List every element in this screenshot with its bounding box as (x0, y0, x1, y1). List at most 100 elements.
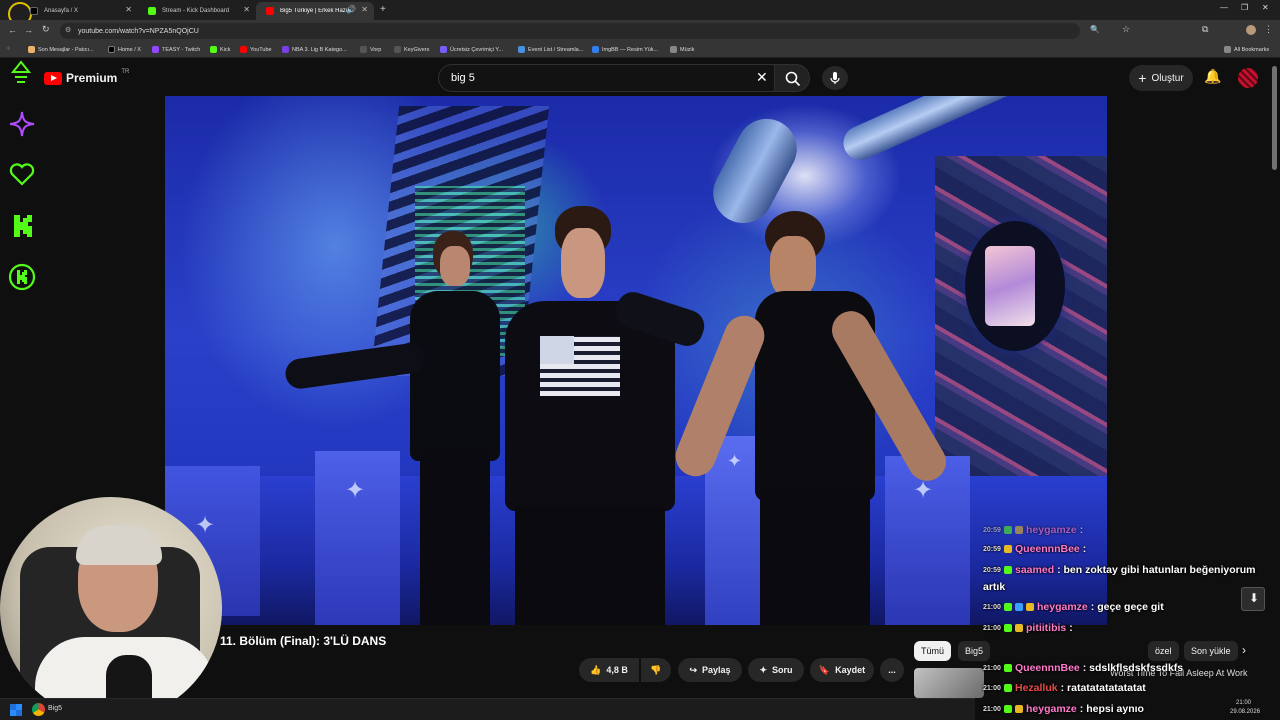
ask-button[interactable]: ✦ Soru (748, 658, 804, 682)
search-value: big 5 (451, 72, 475, 84)
close-window-icon[interactable]: ✕ (1262, 3, 1269, 12)
share-button[interactable]: ↪ Paylaş (678, 658, 742, 682)
kick-favicon-icon (148, 7, 156, 15)
all-bookmarks[interactable]: All Bookmarks (1224, 46, 1269, 53)
forward-icon[interactable]: → (24, 25, 33, 35)
chat-message: 21:00 heygamze: geçe geçe git (983, 601, 1164, 613)
maximize-icon[interactable]: ❐ (1241, 3, 1248, 12)
like-button[interactable]: 👍 4,8 B (579, 658, 639, 682)
dancer-center (495, 206, 715, 625)
dislike-button[interactable]: 👎 (641, 658, 671, 682)
ceiling-pipe (838, 96, 1062, 166)
close-tab-icon[interactable]: ✕ (125, 5, 132, 14)
windows-start-icon[interactable] (10, 704, 22, 716)
new-tab-button[interactable]: + (380, 4, 386, 15)
kick-logo-icon[interactable] (8, 212, 36, 240)
thumbs-down-icon: 👎 (650, 664, 662, 675)
bookmark-item[interactable]: ImgBB — Resim Yük... (592, 46, 658, 53)
region-code: TR (121, 69, 130, 75)
chat-message: 20:59 saamed: ben zoktay gibi hatunları … (983, 564, 1256, 576)
bookmark-item[interactable]: Event List / Streamla... (518, 46, 583, 53)
clear-search-icon[interactable]: ✕ (756, 69, 768, 86)
tab-x[interactable]: Anasayfa / X ✕ (20, 2, 138, 20)
create-button[interactable]: + Oluştur (1129, 65, 1193, 91)
video-player[interactable]: ✦ ✦ ✦ ✦ (165, 96, 1107, 625)
close-tab-icon[interactable]: ✕ (243, 5, 250, 14)
recommended-thumbnail[interactable] (914, 668, 984, 698)
back-icon[interactable]: ← (8, 25, 17, 35)
youtube-play-icon (44, 71, 62, 85)
tab-label: Stream - Kick Dashboard (162, 8, 230, 14)
zoom-icon[interactable]: 🔍 (1090, 25, 1100, 34)
url-text: youtube.com/watch?v=NPZA5nQOjCU (78, 27, 199, 35)
minimize-icon[interactable]: — (1220, 3, 1228, 12)
dancer-left (283, 231, 505, 625)
download-icon[interactable]: ⬇ (1241, 587, 1265, 611)
menu-kebab-icon[interactable]: ⋮ (1264, 24, 1273, 35)
more-icon: ... (888, 665, 896, 675)
chat-message: 21:00 QueennnBee: sdslkflsdskfssdkfs (983, 662, 1184, 674)
tab-kick-dashboard[interactable]: Stream - Kick Dashboard ✕ (138, 2, 256, 20)
chat-message: 21:00 pitiitibis: (983, 622, 1073, 634)
youtube-logo[interactable]: Premium TR (44, 69, 130, 85)
bookmark-item[interactable]: NBA 3. Lig B Katego... (282, 46, 347, 53)
close-tab-icon[interactable]: ✕ (361, 5, 368, 14)
chrome-taskbar-icon[interactable] (32, 703, 45, 716)
clock-time: 21:00 (1236, 700, 1252, 706)
video-title: 11. Bölüm (Final): 3'LÜ DANS (220, 634, 387, 648)
address-bar[interactable]: ⚙ youtube.com/watch?v=NPZA5nQOjCU (60, 23, 1080, 39)
taskbar-app-label[interactable]: Big5 (48, 705, 62, 712)
voice-search-button[interactable] (822, 66, 848, 90)
save-label: Kaydet (835, 665, 866, 675)
tab-label: Anasayfa / X (44, 8, 79, 14)
sparkle-decal-icon: ✦ (345, 477, 366, 504)
big5-sign (965, 221, 1065, 351)
chat-message: 21:00 Hezalluk: ratatatatatatatat (983, 682, 1146, 694)
webcam-overlay (0, 497, 222, 720)
tab-label: Big5 Türkiye | Erkek Hazırlı (280, 8, 350, 14)
apps-grid-icon[interactable]: ⁘ (6, 46, 11, 52)
sparkle-ask-icon: ✦ (759, 664, 768, 675)
tab-youtube-big5[interactable]: Big5 Türkiye | Erkek Hazırlı 🔊 ✕ (256, 2, 374, 20)
chat-message: 21:00 heygamze: hepsi aynıo (983, 703, 1144, 715)
clock-date: 29.08.2026 (1230, 709, 1261, 715)
audio-playing-icon[interactable]: 🔊 (346, 5, 356, 14)
thumbs-up-icon: 👍 (590, 664, 602, 675)
extension-puzzle-icon[interactable]: ⧉ (1202, 24, 1208, 35)
kick-tree-icon[interactable] (10, 60, 32, 86)
bookmark-item[interactable]: Home / X (108, 46, 141, 53)
search-input[interactable]: big 5 (438, 64, 776, 92)
chip-all[interactable]: Tümü (914, 641, 952, 661)
bookmark-item[interactable]: YouTube (240, 46, 272, 53)
profile-avatar-icon[interactable] (1246, 25, 1256, 35)
plus-icon: + (1138, 70, 1147, 86)
save-button[interactable]: 🔖 Kaydet (810, 658, 874, 682)
bookmark-item[interactable]: TEASY - Twitch (152, 46, 200, 53)
notifications-bell-icon[interactable]: 🔔 (1204, 68, 1221, 85)
streamer-hair (76, 525, 162, 565)
reload-icon[interactable]: ↻ (42, 24, 50, 35)
x-favicon-icon (30, 7, 38, 15)
stream-chat-overlay: 20:59 heygamze: 20:59 QueennnBee: 20:59 … (975, 522, 1275, 720)
more-actions-button[interactable]: ... (880, 658, 904, 682)
bookmark-folder[interactable]: Müzik (670, 46, 694, 53)
bookmark-item[interactable]: Kick (210, 46, 230, 53)
bookmark-item[interactable]: Son Mesajlar - Patıcı... (28, 46, 94, 53)
dancer-right (669, 211, 980, 625)
account-avatar[interactable] (1238, 68, 1258, 88)
bookmark-item[interactable]: Ücretsiz Çevrimiçi Y... (440, 46, 503, 53)
sparkle-icon[interactable] (8, 110, 36, 138)
logo-text: Premium (66, 71, 118, 85)
kick-circle-icon[interactable] (8, 263, 36, 291)
sparkle-decal-icon: ✦ (195, 512, 216, 539)
bookmark-item[interactable]: KeyGivers (394, 46, 429, 53)
bookmarks-bar: ⁘ Son Mesajlar - Patıcı... Home / X TEAS… (0, 42, 1280, 58)
search-button[interactable] (774, 64, 810, 92)
share-arrow-icon: ↪ (689, 664, 697, 675)
bookmark-star-icon[interactable]: ☆ (1122, 24, 1130, 35)
ask-label: Soru (772, 665, 793, 675)
heart-icon[interactable] (8, 160, 36, 188)
bookmark-item[interactable]: Vorp (360, 46, 381, 53)
page-scrollbar[interactable] (1272, 66, 1277, 170)
site-info-icon[interactable]: ⚙ (65, 26, 71, 34)
